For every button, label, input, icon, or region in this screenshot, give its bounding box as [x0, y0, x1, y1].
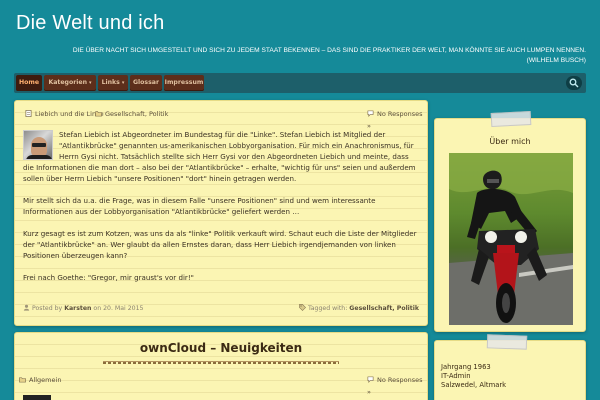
profile-info: Jahrgang 1963 IT-Admin Salzwedel, Altmar…	[441, 363, 506, 390]
post-paragraph: Kurz gesagt es ist zum Kotzen, was uns d…	[23, 229, 417, 260]
post-categories[interactable]: Gesellschaft, Politik	[95, 108, 168, 120]
post-meta: Liebich und die Linke Gesellschaft, Poli…	[15, 108, 427, 130]
comment-icon	[367, 376, 374, 383]
search-button[interactable]	[566, 76, 582, 90]
chevron-down-icon: ▾	[121, 80, 125, 86]
profile-info-widget: Jahrgang 1963 IT-Admin Salzwedel, Altmar…	[434, 334, 586, 400]
nav-glossar[interactable]: Glossar	[130, 75, 162, 91]
document-icon	[25, 110, 32, 117]
site-tagline: DIE ÜBER NACHT SICH UMGESTELLT UND SICH …	[30, 46, 586, 66]
widget-title: Über mich	[489, 137, 531, 146]
post-responses-link[interactable]: No Responses »	[367, 374, 427, 398]
nav-impressum[interactable]: Impressum	[164, 75, 204, 91]
nav-links[interactable]: Links ▾	[98, 75, 128, 91]
folder-icon	[95, 111, 102, 117]
post-meta: Allgemein No Responses »	[15, 374, 427, 396]
nav-kategorien[interactable]: Kategorien ▾	[44, 75, 96, 91]
user-icon	[23, 304, 30, 311]
author-avatar	[23, 130, 53, 160]
site-title[interactable]: Die Welt und ich	[16, 12, 164, 35]
tag-icon	[299, 304, 306, 311]
profession: IT-Admin	[441, 372, 471, 380]
main-navigation: Home Kategorien ▾ Links ▾ Glossar Impressu…	[14, 73, 586, 93]
search-icon	[569, 78, 579, 88]
post-footer: Posted by Karsten on 20. Mai 2015 Tagged…	[23, 303, 419, 315]
post-paragraph: Frei nach Goethe: "Gregor, mir graust's …	[23, 273, 194, 282]
birth-year: Jahrgang 1963	[441, 363, 491, 371]
folder-icon	[19, 377, 26, 383]
post-tags: Tagged with: Gesellschaft, Politik	[299, 303, 419, 315]
about-widget: Über mich	[434, 110, 586, 332]
post-link[interactable]: Liebich und die Linke	[25, 108, 104, 120]
post-category[interactable]: Allgemein	[19, 374, 61, 386]
post-paragraph: Stefan Liebich ist Abgeordneter im Bunde…	[23, 130, 416, 183]
nav-home[interactable]: Home	[16, 75, 42, 91]
post-owncloud: ownCloud – Neuigkeiten Allgemein No Resp…	[14, 332, 428, 400]
tags-link[interactable]: Gesellschaft, Politik	[349, 305, 419, 312]
post-title[interactable]: ownCloud – Neuigkeiten	[15, 341, 427, 355]
comment-icon	[367, 110, 374, 117]
title-divider	[103, 361, 339, 364]
post-date: 20. Mai 2015	[103, 305, 144, 312]
author-link[interactable]: Karsten	[64, 305, 91, 312]
post-liebich: Liebich und die Linke Gesellschaft, Poli…	[14, 100, 428, 326]
post-paragraph: Mir stellt sich da u.a. die Frage, was i…	[23, 196, 376, 216]
tape-decoration	[486, 334, 528, 350]
tagline-author: (WILHELM BUSCH)	[526, 57, 586, 64]
post-content: Stefan Liebich ist Abgeordneter im Bunde…	[23, 129, 417, 294]
motorcycle-photo	[449, 153, 573, 325]
tape-decoration	[490, 110, 532, 128]
chevron-down-icon: ▾	[89, 80, 92, 86]
author-avatar	[23, 395, 51, 400]
tagline-quote: DIE ÜBER NACHT SICH UMGESTELLT UND SICH …	[72, 47, 586, 54]
location: Salzwedel, Altmark	[441, 381, 507, 389]
